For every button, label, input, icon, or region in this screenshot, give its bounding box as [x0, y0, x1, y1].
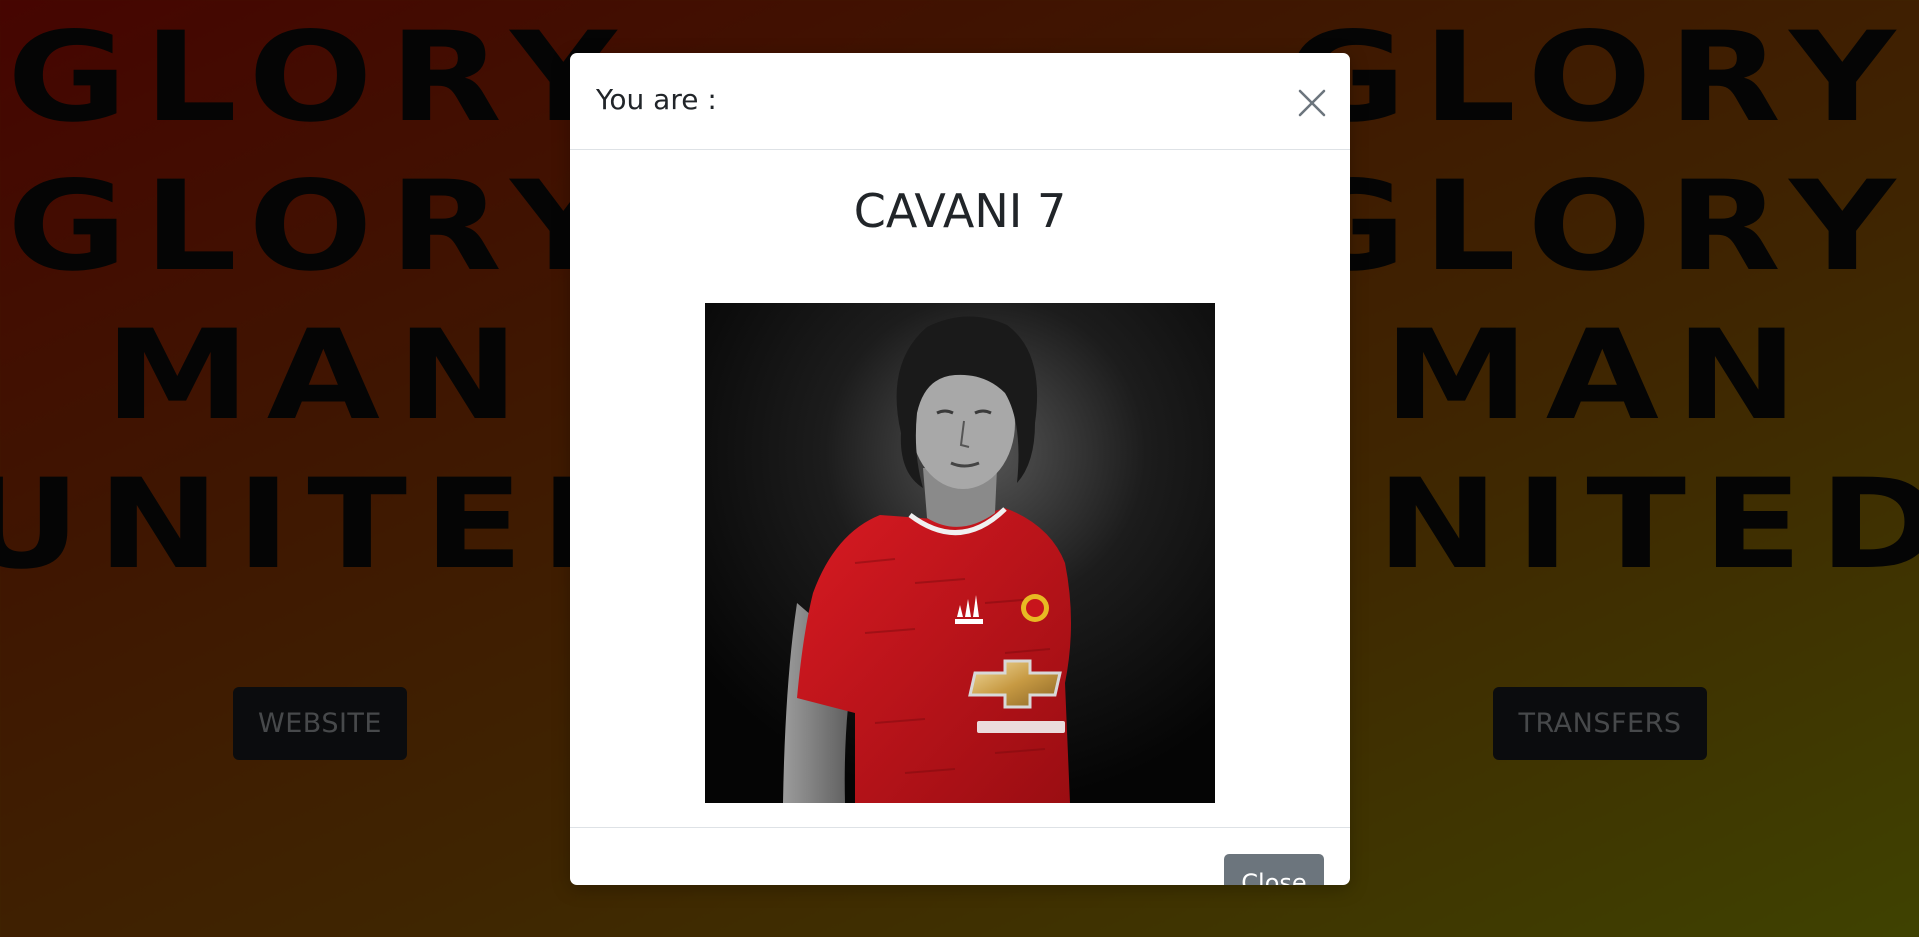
close-button[interactable]: Close [1224, 854, 1324, 885]
modal-title: You are : [596, 83, 717, 116]
modal-header: You are : [570, 53, 1350, 150]
player-photo [705, 303, 1215, 803]
player-name: CAVANI 7 [853, 184, 1067, 238]
player-modal: You are : CAVANI 7 Close [570, 53, 1350, 885]
modal-footer: Close [570, 827, 1350, 885]
close-icon[interactable] [1294, 85, 1330, 121]
modal-body: CAVANI 7 [570, 150, 1350, 827]
